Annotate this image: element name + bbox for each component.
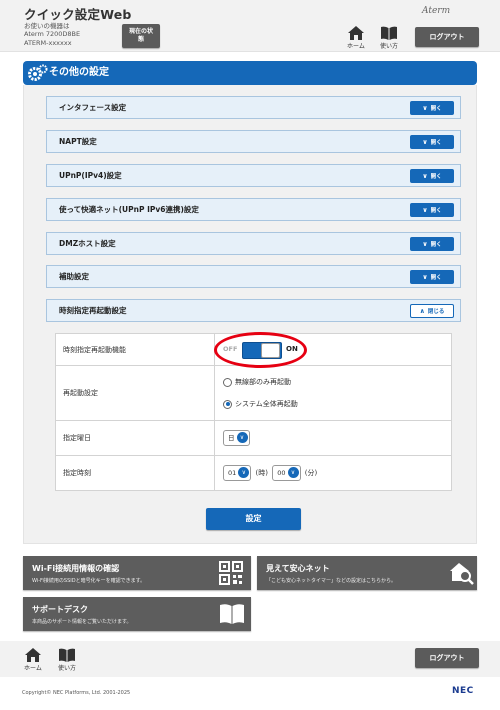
safe-net-card[interactable]: 見えて安心ネット 「こども安心ネットタイマー」などの設定はこちらから。 xyxy=(257,556,477,590)
open-button[interactable]: ∨ 開く xyxy=(410,101,454,115)
accordion-upnp[interactable]: UPnP(IPv4)設定 ∨ 開く xyxy=(46,164,461,187)
howto-button[interactable]: 使い方 xyxy=(380,26,398,50)
open-button[interactable]: ∨ 開く xyxy=(410,169,454,183)
chevron-up-icon: ∧ xyxy=(419,307,425,315)
copyright: Copyright© NEC Platforms, Ltd. 2001-2025 xyxy=(22,690,131,696)
weekday-select[interactable]: 日 ∨ xyxy=(223,430,250,446)
header-bar: クイック設定Web お使いの機器は Aterm 7200D8BE ATERM-x… xyxy=(0,0,500,52)
hour-select[interactable]: 01 ∨ xyxy=(223,465,252,481)
weekday-label: 指定曜日 xyxy=(55,420,215,456)
open-button[interactable]: ∨ 開く xyxy=(410,237,454,251)
wifi-info-card[interactable]: Wi-Fi接続用情報の確認 Wi-Fi接続用のSSIDと暗号化キーを確認できます… xyxy=(23,556,251,590)
footer-howto-button[interactable]: 使い方 xyxy=(58,648,76,672)
minute-select[interactable]: 00 ∨ xyxy=(272,465,301,481)
accordion-napt[interactable]: NAPT設定 ∨ 開く xyxy=(46,130,461,153)
set-button[interactable]: 設定 xyxy=(206,508,301,530)
chevron-down-icon: ∨ xyxy=(238,467,250,478)
device-info: お使いの機器は Aterm 7200D8BE ATERM-xxxxxx xyxy=(24,22,81,47)
nec-logo: NEC xyxy=(452,686,474,696)
book-icon xyxy=(381,26,397,40)
qr-code-icon xyxy=(219,561,243,585)
section-header: その他の設定 xyxy=(23,61,477,85)
chevron-down-icon: ∨ xyxy=(422,273,428,281)
highlight-circle xyxy=(214,331,307,368)
open-button[interactable]: ∨ 開く xyxy=(410,135,454,149)
chevron-down-icon: ∨ xyxy=(422,172,428,180)
chevron-down-icon: ∨ xyxy=(422,104,428,112)
chevron-down-icon: ∨ xyxy=(422,138,428,146)
reboot-function-label: 時刻指定再起動機能 xyxy=(55,333,215,366)
chevron-down-icon: ∨ xyxy=(422,240,428,248)
time-label: 指定時刻 xyxy=(55,455,215,491)
current-status-button[interactable]: 現在の状態 xyxy=(122,24,160,48)
reboot-setting-label: 再起動設定 xyxy=(55,365,215,421)
accordion-interface[interactable]: インタフェース設定 ∨ 開く xyxy=(46,96,461,119)
chevron-down-icon: ∨ xyxy=(422,206,428,214)
timed-reboot-table: 時刻指定再起動機能 OFF ON 再起動設定 無線部のみ再起動 システム全体再起… xyxy=(55,331,452,491)
home-button[interactable]: ホーム xyxy=(347,26,365,50)
book-icon xyxy=(59,648,75,662)
close-button[interactable]: ∧ 閉じる xyxy=(410,304,454,318)
table-row: 指定曜日 日 ∨ xyxy=(55,420,452,456)
accordion-auxiliary[interactable]: 補助設定 ∨ 開く xyxy=(46,265,461,288)
home-icon xyxy=(24,648,41,662)
open-button[interactable]: ∨ 開く xyxy=(410,203,454,217)
table-row: 時刻指定再起動機能 OFF ON xyxy=(55,331,452,368)
footer-home-button[interactable]: ホーム xyxy=(24,648,42,672)
support-desk-card[interactable]: サポートデスク 本商品のサポート情報をご覧いただけます。 xyxy=(23,597,251,631)
radio-button-selected[interactable] xyxy=(223,399,232,409)
footer-logout-button[interactable]: ログアウト xyxy=(415,648,479,668)
chevron-down-icon: ∨ xyxy=(236,432,248,443)
section-title: その他の設定 xyxy=(49,67,109,78)
gear-icon xyxy=(28,64,48,81)
accordion-upnp-ipv6[interactable]: 使って快適ネット(UPnP IPv6連携)設定 ∨ 開く xyxy=(46,198,461,221)
table-row: 再起動設定 無線部のみ再起動 システム全体再起動 xyxy=(55,365,452,421)
footer-bar: ホーム 使い方 ログアウト xyxy=(0,641,500,677)
radio-button[interactable] xyxy=(223,377,232,387)
radio-wireless-only[interactable]: 無線部のみ再起動 xyxy=(223,377,451,387)
home-icon xyxy=(347,26,364,40)
chevron-down-icon: ∨ xyxy=(287,467,299,478)
book-icon xyxy=(220,604,244,624)
app-title: クイック設定Web xyxy=(24,7,132,22)
open-button[interactable]: ∨ 開く xyxy=(410,270,454,284)
accordion-timed-reboot[interactable]: 時刻指定再起動設定 ∧ 閉じる xyxy=(46,299,461,322)
table-row: 指定時刻 01 ∨ (時) 00 ∨ (分) xyxy=(55,455,452,491)
home-search-icon xyxy=(450,563,474,585)
logout-button[interactable]: ログアウト xyxy=(415,27,479,47)
reboot-toggle[interactable]: OFF ON xyxy=(214,331,307,368)
aterm-logo: Aterm xyxy=(422,6,451,16)
radio-system-wide[interactable]: システム全体再起動 xyxy=(223,399,451,409)
accordion-dmz[interactable]: DMZホスト設定 ∨ 開く xyxy=(46,232,461,255)
